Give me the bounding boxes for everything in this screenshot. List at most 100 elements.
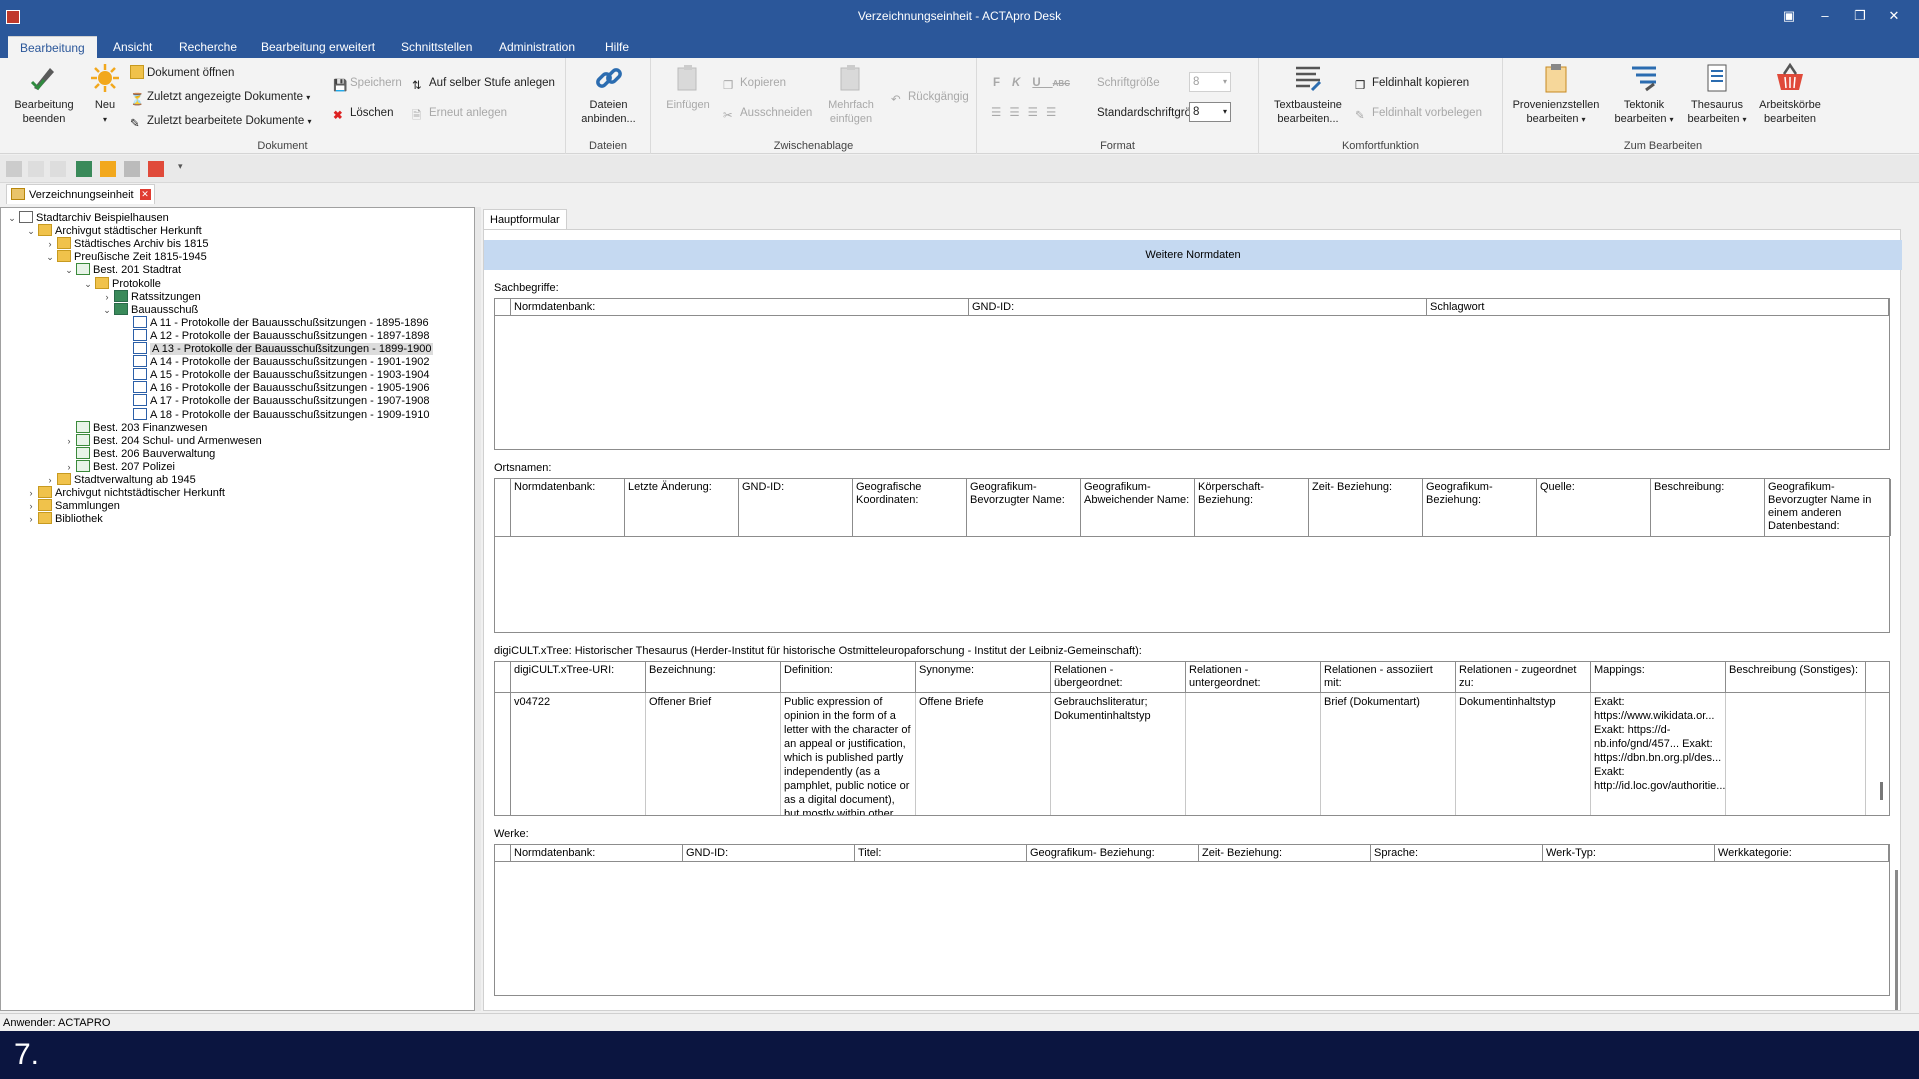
collapse-icon[interactable]: ⌄ bbox=[45, 249, 55, 265]
tab-schnittstellen[interactable]: Schnittstellen bbox=[389, 36, 484, 58]
list-icon[interactable]: ☰ bbox=[1046, 107, 1064, 119]
ortsnamen-grid[interactable]: Normdatenbank: Letzte Änderung: GND-ID: Geo… bbox=[494, 478, 1891, 633]
table-cell[interactable]: v04722 bbox=[511, 693, 646, 815]
table-cell[interactable] bbox=[1726, 693, 1866, 815]
column-header[interactable]: Körperschaft-Beziehung: bbox=[1195, 479, 1309, 536]
underline-icon[interactable]: U bbox=[1032, 77, 1052, 89]
table-cell[interactable]: Offener Brief bbox=[646, 693, 781, 815]
rueckgaengig-button[interactable]: ↶ Rückgängig bbox=[891, 88, 969, 106]
collapse-icon[interactable]: ⌄ bbox=[102, 302, 112, 318]
digicult-grid[interactable]: digiCULT.xTree-URI: Bezeichnung: Definitio… bbox=[494, 661, 1890, 816]
kopieren-button[interactable]: ❐ Kopieren bbox=[723, 74, 786, 92]
tab-administration[interactable]: Administration bbox=[487, 36, 587, 58]
align-left-icon[interactable]: ☰ bbox=[991, 107, 1009, 119]
table-cell[interactable]: Public expression of opinion in the form… bbox=[781, 693, 916, 815]
column-header[interactable]: Relationen - zugeordnet zu: bbox=[1456, 662, 1591, 692]
font-style-buttons[interactable]: FKUABC bbox=[993, 74, 1070, 92]
table-cell[interactable]: Exakt: https://www.wikidata.or... Exakt:… bbox=[1591, 693, 1726, 815]
column-header[interactable]: Beschreibung: bbox=[1651, 479, 1765, 536]
column-header[interactable]: Definition: bbox=[781, 662, 916, 692]
minimize-button[interactable]: – bbox=[1811, 6, 1839, 26]
qa-customize-icon[interactable]: ▾ bbox=[178, 161, 194, 177]
neu-button[interactable]: Neu ▾ bbox=[88, 62, 122, 127]
bearbeitung-beenden-button[interactable]: Bearbeitung beenden bbox=[6, 62, 82, 126]
doc-tab-verzeichnungseinheit[interactable]: Verzeichnungseinheit ✕ bbox=[6, 184, 155, 204]
tab-bearbeitung[interactable]: Bearbeitung bbox=[8, 36, 97, 58]
table-row[interactable]: v04722 Offener Brief Public expression of … bbox=[495, 693, 1889, 815]
column-header[interactable]: Normdatenbank: bbox=[511, 299, 969, 315]
sachbegriffe-grid[interactable]: Normdatenbank: GND-ID: Schlagwort bbox=[494, 298, 1890, 450]
tab-ansicht[interactable]: Ansicht bbox=[101, 36, 164, 58]
column-header[interactable]: Mappings: bbox=[1591, 662, 1726, 692]
collapse-icon[interactable]: ⌄ bbox=[83, 276, 93, 292]
einfuegen-button[interactable]: Einfügen bbox=[661, 62, 715, 112]
table-cell[interactable]: Brief (Dokumentart) bbox=[1321, 693, 1456, 815]
auf-selber-stufe-button[interactable]: ⇅ Auf selber Stufe anlegen bbox=[412, 74, 555, 92]
column-header[interactable]: Sprache: bbox=[1371, 845, 1543, 861]
ausschneiden-button[interactable]: ✂ Ausschneiden bbox=[723, 104, 812, 122]
align-center-icon[interactable]: ☰ bbox=[1009, 107, 1027, 119]
qa-grid-icon[interactable] bbox=[100, 161, 116, 177]
column-header[interactable]: Relationen - übergeordnet: bbox=[1051, 662, 1186, 692]
dokument-oeffnen-button[interactable]: Dokument öffnen bbox=[130, 64, 234, 82]
tab-hauptformular[interactable]: Hauptformular bbox=[483, 209, 567, 229]
qa-series-icon[interactable] bbox=[76, 161, 92, 177]
qa-new-icon[interactable] bbox=[6, 161, 22, 177]
column-header[interactable]: GND-ID: bbox=[739, 479, 853, 536]
collapse-icon[interactable]: ⌄ bbox=[64, 262, 74, 278]
zuletzt-angezeigt-dropdown[interactable]: ⏳ Zuletzt angezeigte Dokumente ▾ bbox=[130, 88, 310, 106]
erneut-anlegen-button[interactable]: 🗎 Erneut anlegen bbox=[412, 104, 507, 122]
tab-recherche[interactable]: Recherche bbox=[167, 36, 249, 58]
schriftgroesse-select[interactable]: 8 ▾ bbox=[1189, 72, 1231, 92]
column-header[interactable]: Letzte Änderung: bbox=[625, 479, 739, 536]
column-header[interactable]: Quelle: bbox=[1537, 479, 1651, 536]
table-cell[interactable] bbox=[1186, 693, 1321, 815]
bold-icon[interactable]: F bbox=[993, 77, 1012, 89]
qa-paste-icon[interactable] bbox=[50, 161, 66, 177]
column-header[interactable]: Zeit- Beziehung: bbox=[1199, 845, 1371, 861]
table-cell[interactable]: Offene Briefe bbox=[916, 693, 1051, 815]
align-right-icon[interactable]: ☰ bbox=[1028, 107, 1046, 119]
form-scrollbar[interactable] bbox=[1895, 870, 1898, 1010]
column-header[interactable]: Relationen - assoziiert mit: bbox=[1321, 662, 1456, 692]
column-header[interactable]: Geografikum-Bevorzugter Name in einem an… bbox=[1765, 479, 1891, 536]
standardschriftgroesse-select[interactable]: 8 ▾ bbox=[1189, 102, 1231, 122]
column-header[interactable]: Geografische Koordinaten: bbox=[853, 479, 967, 536]
column-header[interactable]: Bezeichnung: bbox=[646, 662, 781, 692]
feldinhalt-kopieren-button[interactable]: ❐ Feldinhalt kopieren bbox=[1355, 74, 1469, 92]
strikethrough-icon[interactable]: ABC bbox=[1053, 79, 1070, 88]
column-header[interactable]: Geografikum- Beziehung: bbox=[1027, 845, 1199, 861]
close-button[interactable]: ✕ bbox=[1880, 6, 1908, 26]
column-header[interactable]: digiCULT.xTree-URI: bbox=[511, 662, 646, 692]
tektonik-button[interactable]: Tektonik bearbeiten ▾ bbox=[1611, 62, 1677, 127]
table-cell[interactable]: Dokumentinhaltstyp bbox=[1456, 693, 1591, 815]
collapse-icon[interactable]: ⌄ bbox=[26, 223, 36, 239]
column-header[interactable]: Normdatenbank: bbox=[511, 479, 625, 536]
loeschen-button[interactable]: ✖ Löschen bbox=[333, 104, 393, 122]
column-header[interactable]: GND-ID: bbox=[683, 845, 855, 861]
alignment-buttons[interactable]: ☰☰☰☰ bbox=[991, 104, 1064, 122]
column-header[interactable]: Normdatenbank: bbox=[511, 845, 683, 861]
column-header[interactable]: Zeit- Beziehung: bbox=[1309, 479, 1423, 536]
column-header[interactable]: Schlagwort bbox=[1427, 299, 1889, 315]
speichern-button[interactable]: 💾 Speichern bbox=[333, 74, 402, 92]
textbausteine-button[interactable]: Textbausteine bearbeiten... bbox=[1271, 62, 1345, 126]
column-header[interactable]: GND-ID: bbox=[969, 299, 1427, 315]
grid-scrollbar[interactable] bbox=[1880, 782, 1883, 800]
ribbon-display-icon[interactable]: ▣ bbox=[1775, 6, 1803, 26]
column-header[interactable]: Geografikum-Abweichender Name: bbox=[1081, 479, 1195, 536]
column-header[interactable]: Geografikum-Beziehung: bbox=[1423, 479, 1537, 536]
italic-icon[interactable]: K bbox=[1012, 77, 1032, 89]
werke-grid[interactable]: Normdatenbank: GND-ID: Titel: Geografikum- … bbox=[494, 844, 1890, 996]
tab-bearbeitung-erweitert[interactable]: Bearbeitung erweitert bbox=[249, 36, 387, 58]
dateien-anbinden-button[interactable]: Dateien anbinden... bbox=[572, 62, 645, 126]
mehrfach-einfuegen-button[interactable]: Mehrfach einfügen bbox=[821, 62, 881, 126]
column-header[interactable]: Werk-Typ: bbox=[1543, 845, 1715, 861]
column-header[interactable]: Synonyme: bbox=[916, 662, 1051, 692]
thesaurus-button[interactable]: Thesaurus bearbeiten ▾ bbox=[1683, 62, 1751, 127]
arbeitskoerbe-button[interactable]: Arbeitskörbe bearbeiten bbox=[1757, 62, 1823, 126]
table-cell[interactable]: Gebrauchsliteratur; Dokumentinhaltstyp bbox=[1051, 693, 1186, 815]
tree-node[interactable]: › Bibliothek bbox=[26, 511, 103, 527]
qa-copy-icon[interactable] bbox=[28, 161, 44, 177]
provenienzstellen-button[interactable]: Provenienzstellen bearbeiten ▾ bbox=[1507, 62, 1605, 127]
